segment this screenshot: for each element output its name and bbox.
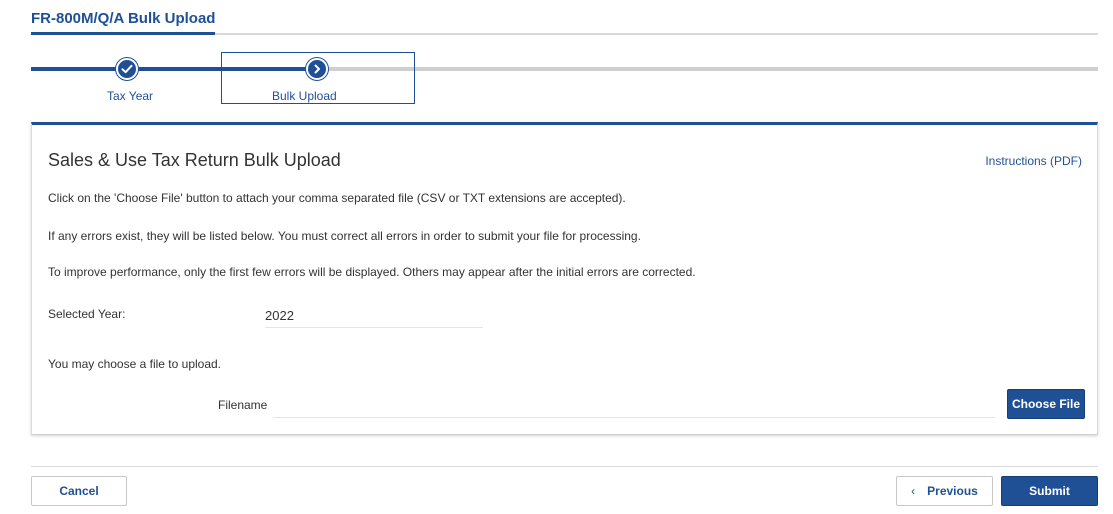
instructions-pdf-link[interactable]: Instructions (PDF) [985,154,1082,168]
instruction-text: To improve performance, only the first f… [48,265,696,279]
previous-button-label: Previous [927,484,978,498]
choose-file-button[interactable]: Choose File [1007,389,1085,419]
selected-year-label: Selected Year: [48,307,126,321]
chevron-right-icon [306,58,328,80]
selected-year-value: 2022 [265,306,483,328]
footer-divider [31,466,1098,467]
instruction-text: If any errors exist, they will be listed… [48,229,641,243]
bulk-upload-card: Sales & Use Tax Return Bulk Upload Instr… [31,122,1098,435]
submit-button[interactable]: Submit [1001,476,1098,506]
page-title: FR-800M/Q/A Bulk Upload [31,10,216,27]
card-title: Sales & Use Tax Return Bulk Upload [48,150,341,170]
cancel-button[interactable]: Cancel [31,476,127,506]
choose-file-prompt: You may choose a file to upload. [48,357,222,371]
filename-field[interactable] [273,392,995,418]
chevron-left-icon: ‹ [911,484,916,498]
stepper-track-remaining [313,67,1098,71]
step-label-tax-year[interactable]: Tax Year [107,89,153,103]
instruction-text: Click on the 'Choose File' button to att… [48,191,626,205]
check-icon [116,58,138,80]
title-underline [31,32,215,35]
filename-label: Filename [218,398,268,412]
step-label-bulk-upload: Bulk Upload [272,89,337,103]
previous-button[interactable]: ‹ Previous [896,476,993,506]
header-divider [215,33,1098,35]
